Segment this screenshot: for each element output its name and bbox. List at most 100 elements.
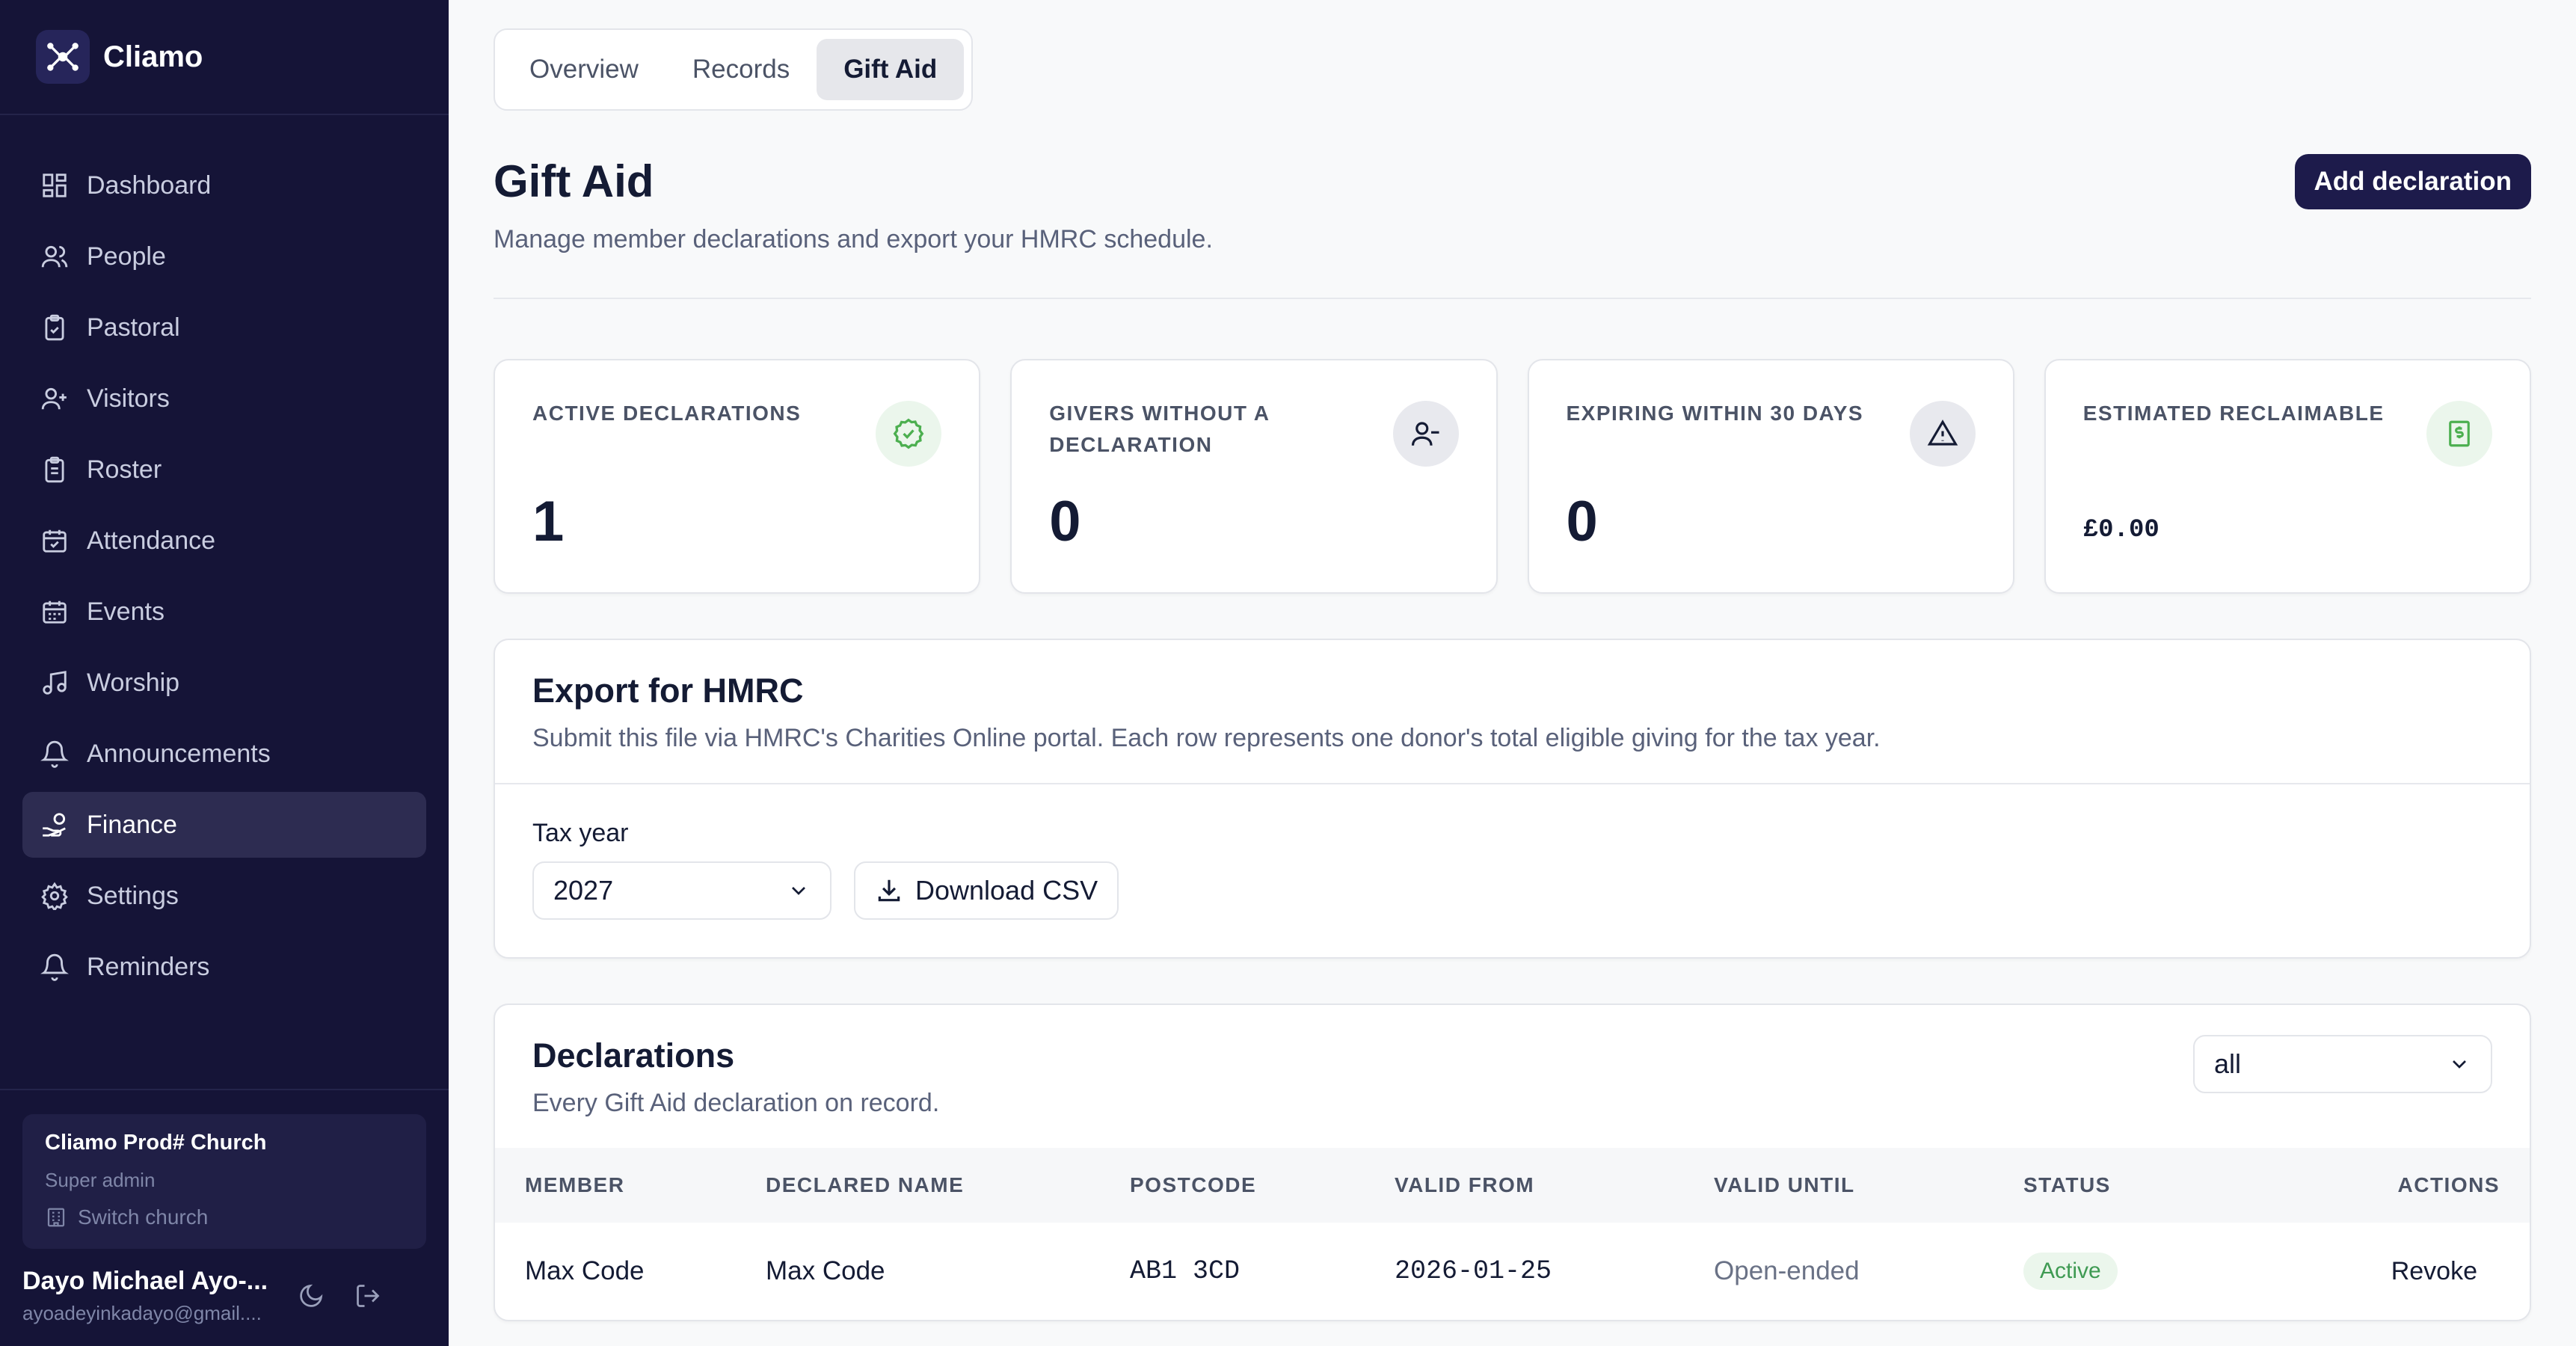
bell-icon <box>40 740 69 768</box>
table-header-row: MEMBER DECLARED NAME POSTCODE VALID FROM… <box>495 1148 2530 1223</box>
declarations-table: MEMBER DECLARED NAME POSTCODE VALID FROM… <box>495 1148 2530 1320</box>
logout-icon <box>357 1285 380 1307</box>
brand[interactable]: Cliamo <box>0 0 449 115</box>
member-cell: Max Code <box>525 1256 645 1285</box>
hand-coins-icon <box>43 813 66 837</box>
currency-note-icon <box>2426 401 2492 467</box>
calendar-icon <box>43 600 67 624</box>
clipboard-list-icon <box>45 456 64 483</box>
sidebar-item-worship[interactable]: Worship <box>22 650 426 716</box>
page-subtitle: Manage member declarations and export yo… <box>494 225 1213 253</box>
sidebar-item-label: Roster <box>87 455 162 484</box>
sidebar-nav: Dashboard People Pastoral Visitors Roste… <box>0 115 449 1000</box>
stat-card-givers-without-declaration: GIVERS WITHOUT A DECLARATION 0 <box>1010 359 1498 594</box>
declarations-filter-select[interactable]: all <box>2193 1035 2492 1093</box>
column-header: VALID UNTIL <box>1714 1173 1855 1196</box>
table-row: Max Code Max Code AB1 3CD 2026-01-25 Ope… <box>495 1223 2530 1320</box>
revoke-button[interactable]: Revoke <box>2391 1257 2477 1285</box>
sidebar-item-announcements[interactable]: Announcements <box>22 721 426 787</box>
logout-button[interactable] <box>345 1273 390 1318</box>
export-controls: 2027 Download CSV <box>532 861 2492 920</box>
stat-value: 1 <box>532 490 565 553</box>
stat-value: 0 <box>1049 490 1081 553</box>
tab-overview[interactable]: Overview <box>502 39 665 100</box>
main-content: Overview Records Gift Aid Gift Aid Manag… <box>449 0 2576 1346</box>
declarations-panel: Declarations Every Gift Aid declaration … <box>494 1004 2531 1321</box>
check-circle-icon <box>876 401 942 467</box>
church-name: Cliamo Prod# Church <box>45 1131 267 1155</box>
sidebar-item-label: Pastoral <box>87 313 180 342</box>
sidebar-item-settings[interactable]: Settings <box>22 863 426 929</box>
app-name: Cliamo <box>103 40 203 73</box>
postcode-cell: AB1 3CD <box>1130 1256 1241 1286</box>
theme-toggle-button[interactable] <box>289 1273 333 1318</box>
column-header: DECLARED NAME <box>766 1173 965 1196</box>
sidebar-item-events[interactable]: Events <box>22 579 426 645</box>
sidebar-item-label: Attendance <box>87 526 216 555</box>
sidebar-item-label: People <box>87 242 166 271</box>
church-card: Cliamo Prod# Church Super admin Switch c… <box>22 1114 426 1249</box>
calendar-check-icon <box>43 529 67 553</box>
divider <box>494 298 2531 299</box>
declarations-panel-header: Declarations Every Gift Aid declaration … <box>495 1005 2530 1148</box>
sidebar-item-dashboard[interactable]: Dashboard <box>22 153 426 218</box>
warning-icon <box>1909 401 1976 467</box>
stat-card-estimated-reclaimable: ESTIMATED RECLAIMABLE £0.00 <box>2044 359 2531 594</box>
stat-value: 0 <box>1566 490 1598 553</box>
download-csv-button[interactable]: Download CSV <box>854 861 1119 920</box>
bell-icon <box>40 953 69 981</box>
tab-gift-aid[interactable]: Gift Aid <box>817 39 965 100</box>
declarations-description: Every Gift Aid declaration on record. <box>532 1089 940 1117</box>
user-email: ayoadeyinkadayo@gmail.... <box>22 1302 262 1324</box>
download-csv-label: Download CSV <box>915 875 1098 906</box>
sidebar-item-visitors[interactable]: Visitors <box>22 366 426 431</box>
sidebar-item-finance[interactable]: Finance <box>22 792 426 858</box>
stats-row: ACTIVE DECLARATIONS 1 GIVERS WITHOUT A D… <box>494 359 2531 594</box>
export-description: Submit this file via HMRC's Charities On… <box>532 724 1881 752</box>
building-icon <box>47 1208 65 1227</box>
stat-label: GIVERS WITHOUT A DECLARATION <box>1049 402 1270 456</box>
switch-church-button[interactable]: Switch church <box>45 1205 404 1229</box>
sidebar-item-label: Settings <box>87 881 179 910</box>
column-header: VALID FROM <box>1395 1173 1535 1196</box>
stat-label: ACTIVE DECLARATIONS <box>532 402 802 425</box>
moon-icon <box>300 1284 323 1307</box>
app-root: Cliamo Dashboard People Pastoral Visitor… <box>0 0 2576 1346</box>
clipboard-icon <box>45 314 64 341</box>
sidebar-item-label: Reminders <box>87 952 210 981</box>
stat-label: EXPIRING WITHIN 30 DAYS <box>1566 402 1864 425</box>
user-plus-icon <box>41 387 67 410</box>
sidebar: Cliamo Dashboard People Pastoral Visitor… <box>0 0 449 1346</box>
tab-records[interactable]: Records <box>665 39 817 100</box>
finance-tabs: Overview Records Gift Aid <box>494 28 974 111</box>
declared-name-cell: Max Code <box>766 1256 885 1285</box>
switch-church-label: Switch church <box>78 1205 209 1229</box>
sidebar-footer: Cliamo Prod# Church Super admin Switch c… <box>0 1089 449 1325</box>
sidebar-item-label: Announcements <box>87 739 271 768</box>
music-icon <box>43 671 67 695</box>
logo-icon <box>36 30 90 84</box>
download-icon <box>878 879 900 902</box>
page-title: Gift Aid <box>494 156 654 206</box>
tax-year-select[interactable]: 2027 <box>532 861 831 920</box>
valid-from-cell: 2026-01-25 <box>1395 1256 1552 1286</box>
sidebar-item-roster[interactable]: Roster <box>22 437 426 503</box>
sidebar-item-reminders[interactable]: Reminders <box>22 934 426 1000</box>
tax-year-label: Tax year <box>532 819 629 847</box>
export-panel-body: Tax year 2027 Download CSV <box>495 784 2530 957</box>
sidebar-item-pastoral[interactable]: Pastoral <box>22 295 426 360</box>
column-header: STATUS <box>2023 1173 2111 1196</box>
sidebar-item-people[interactable]: People <box>22 224 426 289</box>
column-header: MEMBER <box>525 1173 625 1196</box>
chevron-down-icon <box>2453 1060 2466 1069</box>
sidebar-item-label: Finance <box>87 810 177 839</box>
sidebar-item-attendance[interactable]: Attendance <box>22 508 426 574</box>
user-info[interactable]: Dayo Michael Ayo-... ayoadeyinkadayo@gma… <box>22 1267 277 1325</box>
stat-card-expiring-within-30-days: EXPIRING WITHIN 30 DAYS 0 <box>1527 359 2014 594</box>
export-panel-header: Export for HMRC Submit this file via HMR… <box>495 640 2530 784</box>
add-declaration-button[interactable]: Add declaration <box>2294 154 2531 209</box>
user-name: Dayo Michael Ayo-... <box>22 1267 268 1295</box>
sidebar-item-label: Visitors <box>87 384 170 413</box>
valid-until-cell: Open-ended <box>1714 1256 1860 1285</box>
column-header: ACTIONS <box>2397 1173 2500 1196</box>
